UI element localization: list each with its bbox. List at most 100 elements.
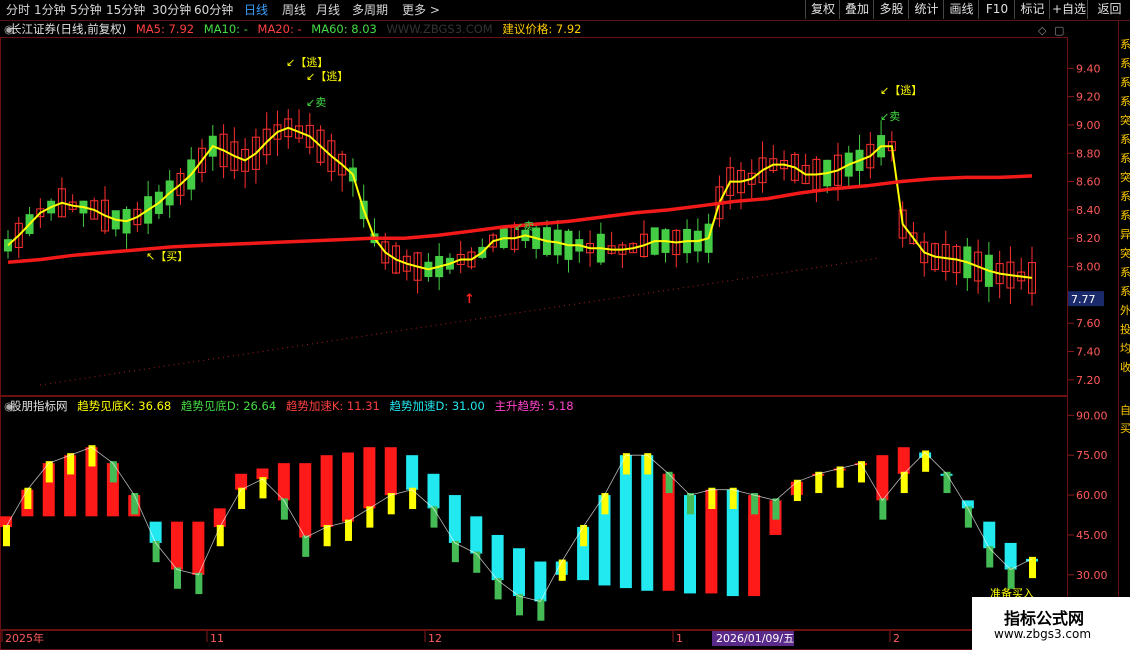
candle-body-77 xyxy=(833,154,842,186)
ind-strip-char-0: 自 xyxy=(1120,404,1130,417)
toolbar-button-3[interactable]: 统计 xyxy=(908,0,944,19)
accel-bar-39 xyxy=(833,468,846,471)
accel-bar-18 xyxy=(384,447,397,496)
bottom-bar-5 xyxy=(109,461,117,483)
candle-body-53 xyxy=(575,239,584,252)
candle-body-28 xyxy=(305,124,314,148)
candle-body-56 xyxy=(607,245,616,254)
toolbar-button-7[interactable]: +自选 xyxy=(1049,0,1088,19)
indicator-panel-frame xyxy=(0,396,1068,630)
candle-body-22 xyxy=(241,148,250,172)
bottom-bar-3 xyxy=(67,453,75,475)
strip-char-15: 投 xyxy=(1120,322,1130,336)
toolbar-button-1[interactable]: 叠加 xyxy=(839,0,874,19)
candle-body-37 xyxy=(402,255,411,272)
accel-bar-38 xyxy=(812,473,825,476)
bottom-bar-33 xyxy=(708,487,716,510)
tab-7[interactable]: 周线 xyxy=(282,2,306,18)
ind-tick-label-1: 75.00 xyxy=(1076,449,1108,462)
bottom-bar-13 xyxy=(280,498,288,520)
accel-bar-4 xyxy=(85,447,98,517)
accel-bar-10 xyxy=(213,508,226,527)
candle-body-46 xyxy=(499,228,508,248)
candle-body-1 xyxy=(14,222,23,248)
strip-char-17: 收 xyxy=(1120,360,1130,374)
tab-5[interactable]: 60分钟 xyxy=(194,2,233,18)
accel-bar-21 xyxy=(448,495,461,543)
bottom-bar-18 xyxy=(387,493,395,515)
tab-2[interactable]: 5分钟 xyxy=(70,2,102,18)
tab-6[interactable]: 日线 xyxy=(244,2,268,18)
candle-body-79 xyxy=(855,149,864,171)
bottom-bar-22 xyxy=(473,551,481,573)
candle-body-68 xyxy=(736,169,745,194)
candle-body-43 xyxy=(467,251,476,268)
bottom-bar-45 xyxy=(964,506,972,528)
candle-body-23 xyxy=(251,136,260,170)
tab-8[interactable]: 月线 xyxy=(316,2,340,18)
price-tick-label-9: 7.40 xyxy=(1076,346,1101,359)
indicator-header: ◉股朋指标网 趋势见底K: 36.68 趋势见底D: 26.64 趋势加速K: … xyxy=(0,398,1068,414)
candle-body-73 xyxy=(790,154,799,181)
bottom-bar-1 xyxy=(24,487,32,510)
toolbar-button-0[interactable]: 复权 xyxy=(805,0,840,19)
accel-bar-40 xyxy=(855,463,867,466)
strip-char-8: 系 xyxy=(1120,190,1130,203)
tab-3[interactable]: 15分钟 xyxy=(106,2,145,18)
bottom-bar-17 xyxy=(366,506,374,528)
strip-char-0: 系 xyxy=(1120,38,1130,51)
current-price-box xyxy=(1068,291,1104,307)
price-tick-label-6: 8.20 xyxy=(1076,232,1101,245)
accel-bar-27 xyxy=(577,526,590,581)
bottom-bar-8 xyxy=(174,567,181,589)
bottom-bar-48 xyxy=(1029,556,1036,579)
bottom-bar-30 xyxy=(644,453,652,475)
tab-9[interactable]: 多周期 xyxy=(352,2,388,18)
toolbar-button-8[interactable]: 返回 xyxy=(1087,0,1130,19)
toolbar-button-4[interactable]: 画线 xyxy=(943,0,979,19)
accel-bar-17 xyxy=(363,447,376,509)
stock-chart-svg[interactable]: ◇ ▢ 9.409.209.008.808.608.408.208.007.60… xyxy=(0,0,1130,650)
accel-bar-32 xyxy=(684,495,696,594)
accel-bar-16 xyxy=(342,452,354,522)
bottom-bar-37 xyxy=(793,479,801,502)
bottom-bar-24 xyxy=(516,594,523,616)
tab-10[interactable]: 更多 > xyxy=(402,2,440,18)
toolbar-button-5[interactable]: F10 xyxy=(978,0,1015,19)
indicator-main: 主升趋势: 5.18 xyxy=(494,399,574,413)
candle-body-48 xyxy=(521,229,530,242)
bottom-bar-35 xyxy=(751,493,759,515)
candle-body-2 xyxy=(25,214,34,234)
bottom-bar-31 xyxy=(665,471,673,494)
site-logo: 指标公式网 www.zbgs3.com xyxy=(972,597,1130,650)
accel-bar-7 xyxy=(149,521,162,543)
toolbar-button-2[interactable]: 多股 xyxy=(873,0,909,19)
date-axis-frame xyxy=(0,630,1130,650)
strip-char-14: 外 xyxy=(1120,304,1130,317)
main-plot: ↑ xyxy=(4,109,1036,386)
bottom-bar-42 xyxy=(900,471,908,494)
price-tick-label-2: 9.00 xyxy=(1076,119,1101,132)
strip-char-13: 系 xyxy=(1120,285,1130,298)
accel-bar-37 xyxy=(790,481,803,496)
tab-0[interactable]: 分时 xyxy=(6,2,30,18)
accel-bar-2 xyxy=(42,463,55,517)
buy-arrow-icon: ↑ xyxy=(464,292,475,307)
accel-bar-22 xyxy=(470,516,483,554)
candle-body-60 xyxy=(650,227,659,255)
bottom-k-line xyxy=(5,446,1033,602)
toolbar-button-6[interactable]: 标记 xyxy=(1014,0,1050,19)
candle-body-24 xyxy=(262,128,271,156)
candle-body-30 xyxy=(327,140,336,172)
bottom-bar-2 xyxy=(45,461,53,483)
candle-body-18 xyxy=(198,147,207,173)
bottom-bar-47 xyxy=(1007,567,1015,589)
ind-tick-label-3: 45.00 xyxy=(1076,529,1108,542)
tab-1[interactable]: 1分钟 xyxy=(34,2,66,18)
price-tick-label-5: 8.40 xyxy=(1076,204,1101,217)
candle-body-71 xyxy=(769,158,778,171)
accel-bar-26 xyxy=(555,561,568,575)
tab-4[interactable]: 30分钟 xyxy=(152,2,191,18)
bottom-bar-12 xyxy=(259,477,267,499)
candle-body-15 xyxy=(165,180,174,206)
